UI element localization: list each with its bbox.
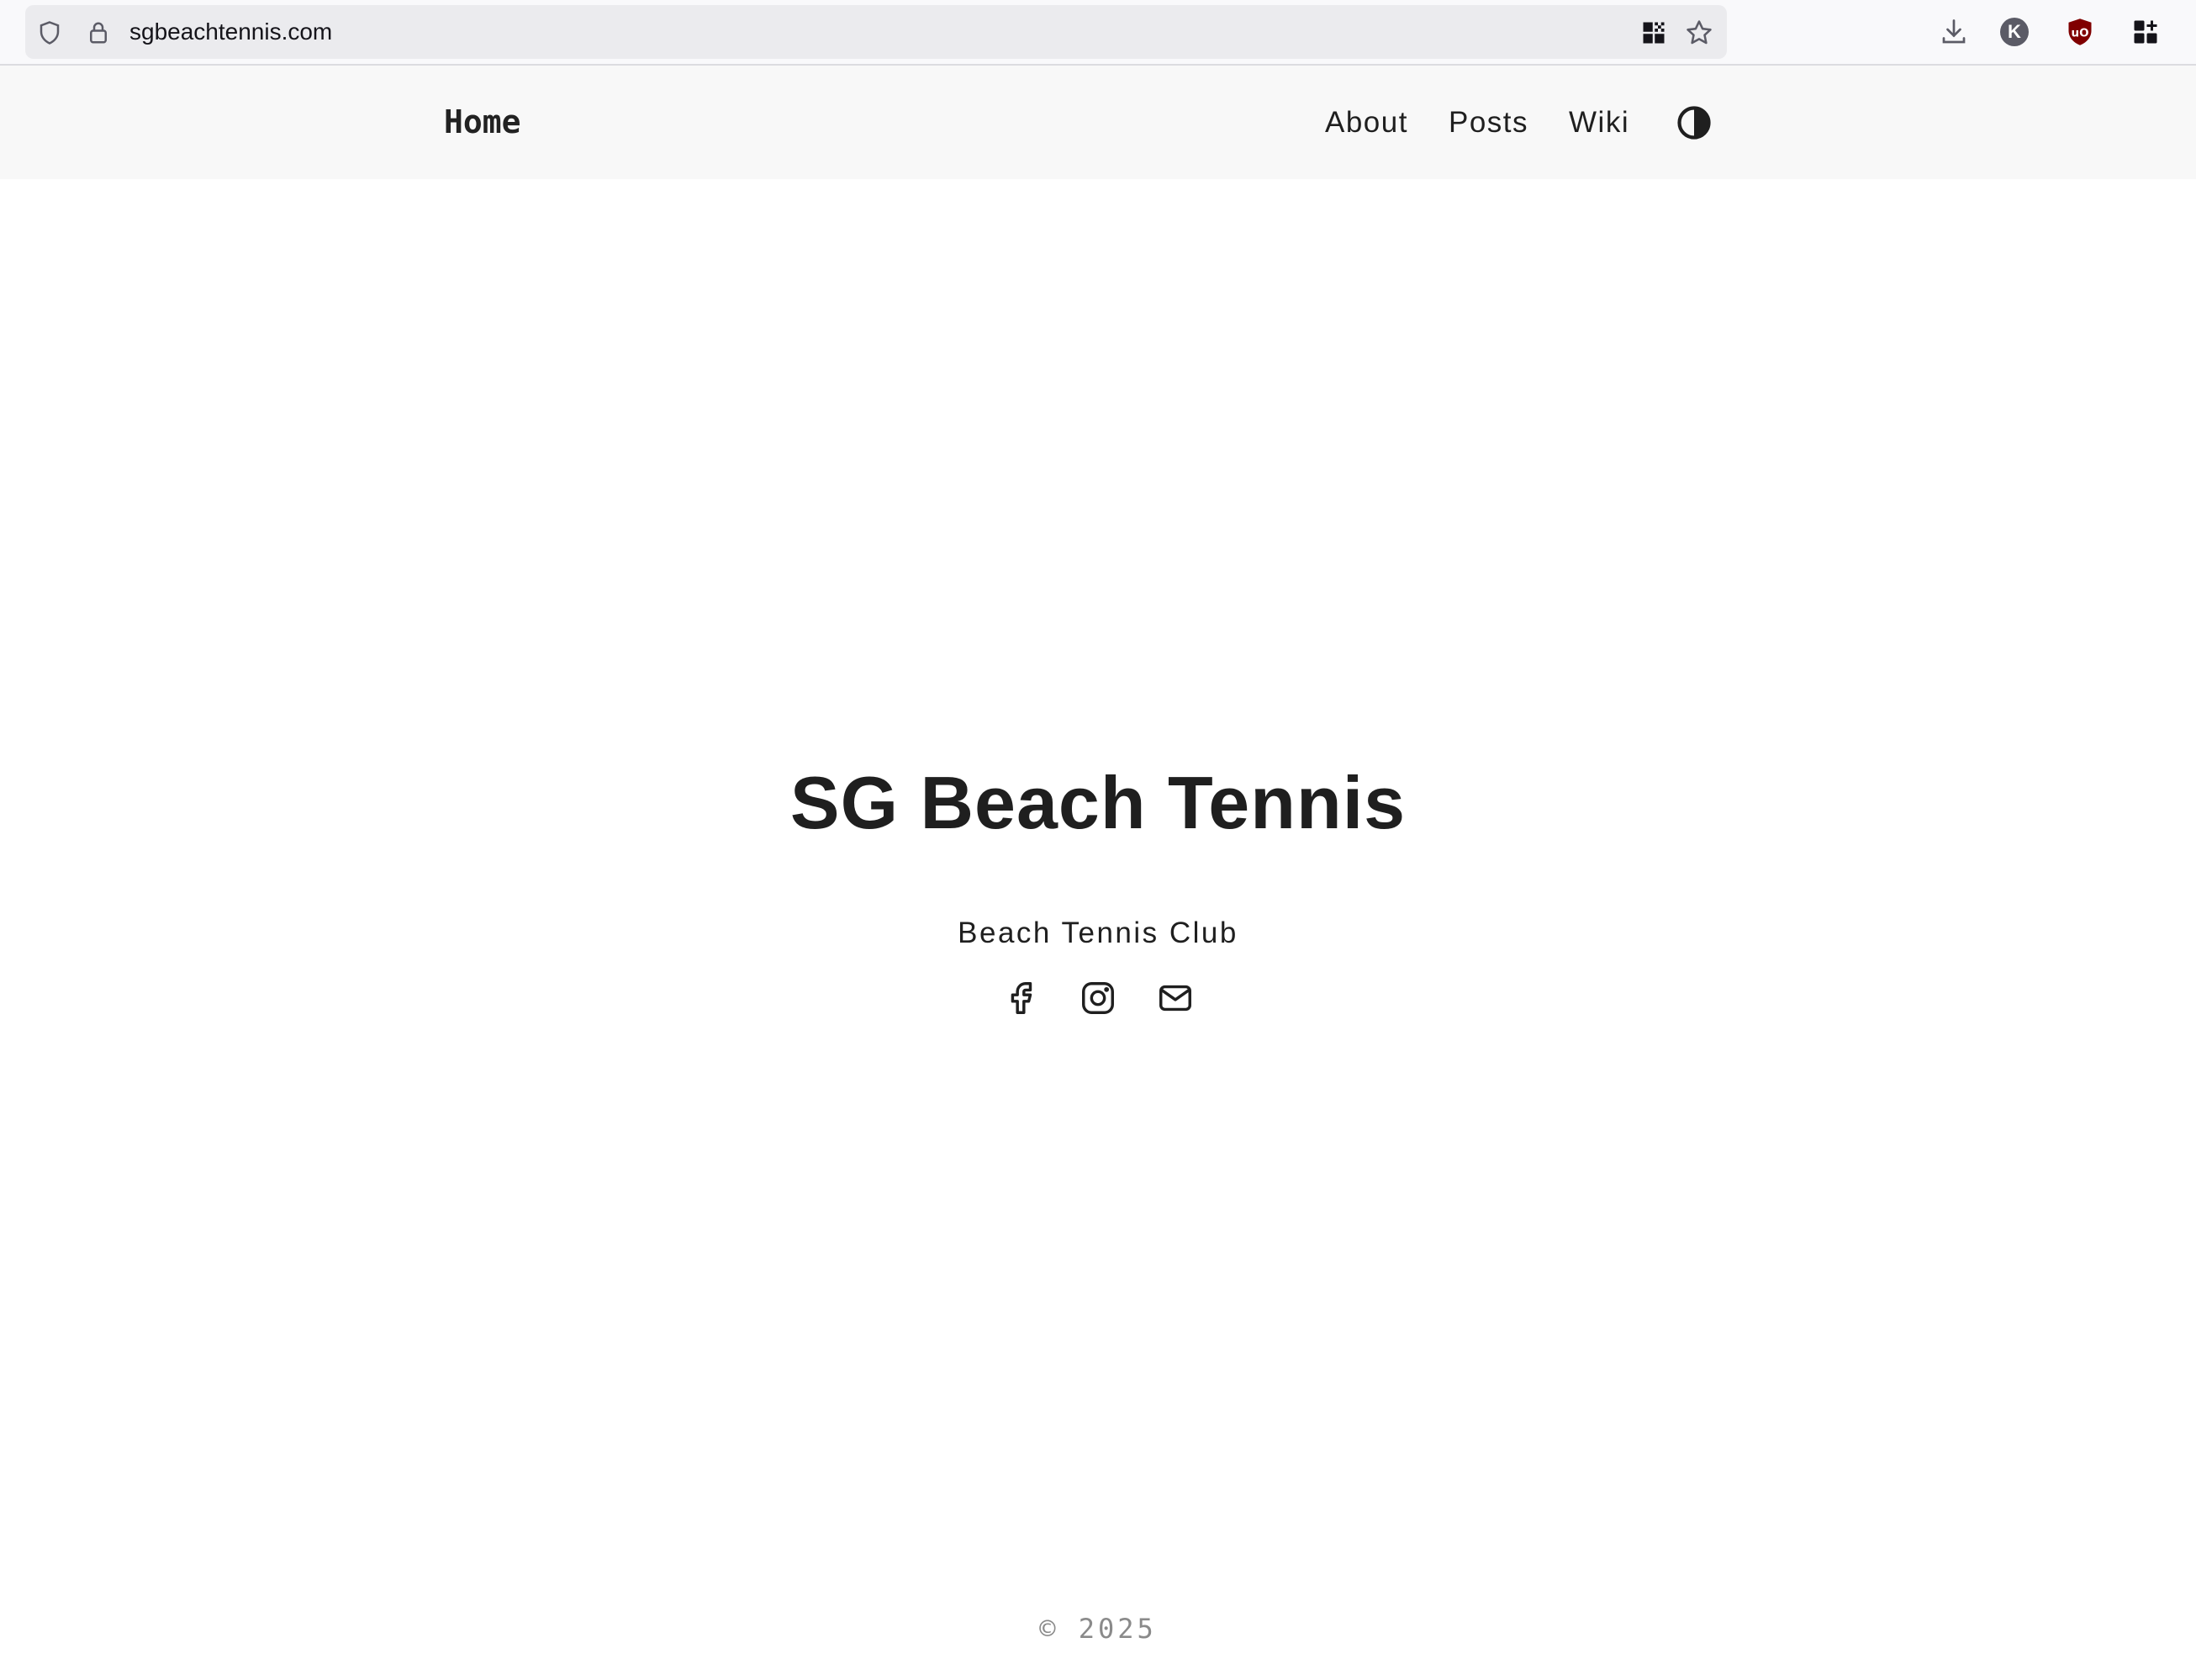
shield-icon[interactable] <box>37 20 62 45</box>
site-subtitle: Beach Tennis Club <box>958 917 1238 949</box>
facebook-icon <box>1011 982 1032 1014</box>
extensions-icon[interactable] <box>2130 17 2161 47</box>
social-links <box>0 979 2196 1017</box>
instagram-link[interactable] <box>1079 979 1117 1017</box>
qr-code-icon[interactable] <box>1641 20 1666 45</box>
contrast-icon[interactable] <box>1676 105 1712 140</box>
facebook-link[interactable] <box>1001 979 1040 1017</box>
footer-copyright: © 2025 <box>1039 1613 1157 1645</box>
lock-icon[interactable] <box>86 19 111 46</box>
nav-posts[interactable]: Posts <box>1449 106 1528 140</box>
url-text[interactable]: sgbeachtennis.com <box>129 5 332 59</box>
site-header: Home About Posts Wiki <box>0 66 2196 179</box>
ublock-label: uO <box>2071 26 2088 40</box>
mail-icon <box>1159 985 1191 1012</box>
download-icon[interactable] <box>1939 17 1969 47</box>
mail-link[interactable] <box>1156 979 1195 1017</box>
star-icon[interactable] <box>1685 18 1713 47</box>
account-icon[interactable]: K <box>2000 18 2029 46</box>
main-nav: About Posts Wiki <box>1325 66 1712 179</box>
address-bar[interactable]: sgbeachtennis.com <box>25 5 1727 59</box>
ublock-icon[interactable]: uO <box>2065 17 2095 47</box>
hero-section: SG Beach Tennis Beach Tennis Club <box>0 740 2196 1017</box>
nav-about[interactable]: About <box>1325 106 1408 140</box>
home-link[interactable]: Home <box>444 66 521 179</box>
instagram-icon <box>1082 982 1114 1014</box>
browser-toolbar: sgbeachtennis.com K uO <box>0 0 2196 66</box>
site-title: SG Beach Tennis <box>789 761 1407 844</box>
nav-wiki[interactable]: Wiki <box>1569 106 1629 140</box>
